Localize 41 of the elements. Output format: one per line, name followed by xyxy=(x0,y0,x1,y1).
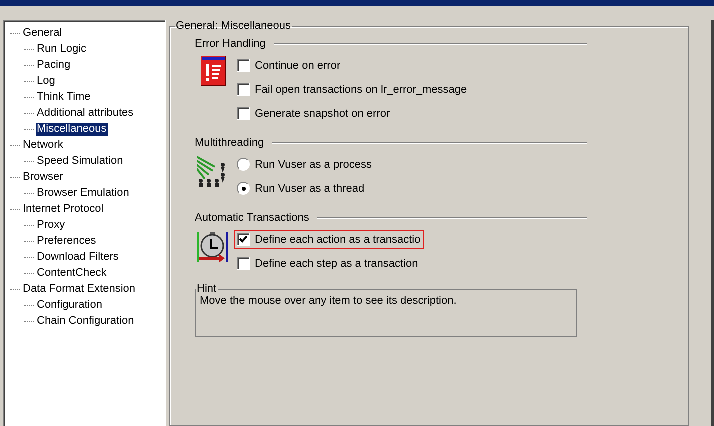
option-label: Run Vuser as a thread xyxy=(255,182,365,194)
tree-item[interactable]: Run Logic xyxy=(36,42,88,56)
tree-item[interactable]: Internet Protocol xyxy=(22,202,105,216)
tree-item[interactable]: ContentCheck xyxy=(36,266,108,280)
tree-item[interactable]: General xyxy=(22,26,64,40)
radio-button[interactable] xyxy=(237,182,250,195)
hint-title: Hint xyxy=(196,283,218,295)
error-list-icon xyxy=(200,56,226,86)
option-label: Define each step as a transaction xyxy=(255,258,418,270)
section-title: Automatic Transactions xyxy=(195,212,310,224)
group-title: General: Miscellaneous xyxy=(175,20,292,32)
hint-text: Move the mouse over any item to see its description. xyxy=(200,295,457,307)
tree-item[interactable]: Miscellaneous xyxy=(36,122,108,136)
tree-item[interactable]: Pacing xyxy=(36,58,72,72)
option-label: Run Vuser as a process xyxy=(255,158,372,170)
section-title: Error Handling xyxy=(195,38,266,50)
option-label: Generate snapshot on error xyxy=(255,108,390,120)
stopwatch-icon xyxy=(197,230,229,264)
tree-item[interactable]: Chain Configuration xyxy=(36,314,136,328)
tree-item[interactable]: Browser xyxy=(22,170,64,184)
tree-item[interactable]: Browser Emulation xyxy=(36,186,130,200)
option-label: Fail open transactions on lr_error_message xyxy=(255,84,468,96)
tree-item[interactable]: Preferences xyxy=(36,234,98,248)
tree-item[interactable]: Speed Simulation xyxy=(36,154,124,168)
section-title: Multithreading xyxy=(195,137,264,149)
option-label: Continue on error xyxy=(255,60,341,72)
tree-item[interactable]: Data Format Extension xyxy=(22,282,136,296)
radio-button[interactable] xyxy=(237,158,250,171)
tree-item[interactable]: Network xyxy=(22,138,64,152)
checkbox[interactable] xyxy=(237,59,250,72)
checkbox[interactable] xyxy=(237,83,250,96)
tree-item[interactable]: Think Time xyxy=(36,90,92,104)
tree-item[interactable]: Proxy xyxy=(36,218,66,232)
tree-item[interactable]: Configuration xyxy=(36,298,104,312)
tree-item[interactable]: Download Filters xyxy=(36,250,120,264)
option-label: Define each action as a transactio xyxy=(255,234,421,246)
tree-item[interactable]: Additional attributes xyxy=(36,106,135,120)
checkbox[interactable] xyxy=(237,233,250,246)
tree-item[interactable]: Log xyxy=(36,74,56,88)
checkbox[interactable] xyxy=(237,107,250,120)
checkbox[interactable] xyxy=(237,257,250,270)
